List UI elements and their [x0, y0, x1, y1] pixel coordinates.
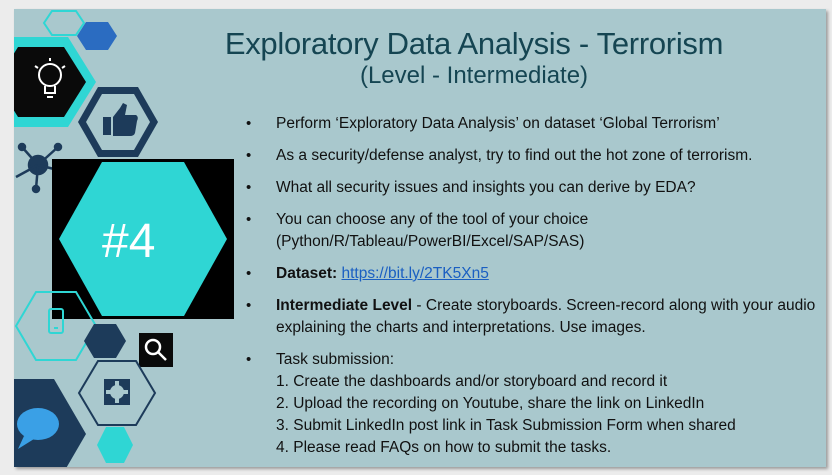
- task-item: 1. Create the dashboards and/or storyboa…: [276, 373, 668, 390]
- task-item: 3. Submit LinkedIn post link in Task Sub…: [276, 417, 736, 434]
- bullet-text: As a security/defense analyst, try to fi…: [276, 147, 753, 164]
- task-list: 1. Create the dashboards and/or storyboa…: [276, 371, 816, 459]
- bullet-text: Perform ‘Exploratory Data Analysis’ on d…: [276, 115, 720, 132]
- bullet-item: What all security issues and insights yo…: [246, 177, 816, 199]
- bullet-item: You can choose any of the tool of your c…: [246, 209, 816, 253]
- bullet-text: You can choose any of the tool of your c…: [276, 211, 589, 228]
- bullet-list: Perform ‘Exploratory Data Analysis’ on d…: [246, 113, 816, 467]
- bullet-item: Perform ‘Exploratory Data Analysis’ on d…: [246, 113, 816, 135]
- hexagon-teal-small: [97, 427, 133, 463]
- dataset-link[interactable]: https://bit.ly/2TK5Xn5: [341, 265, 488, 282]
- bullet-text: (Python/R/Tableau/PowerBI/Excel/SAP/SAS): [276, 233, 585, 250]
- bullet-item: Intermediate Level - Create storyboards.…: [246, 295, 816, 339]
- bullet-item: Dataset: https://bit.ly/2TK5Xn5: [246, 263, 816, 285]
- level-label: Intermediate Level: [276, 297, 413, 314]
- bullet-text: What all security issues and insights yo…: [276, 179, 696, 196]
- task-submission-heading: Task submission:: [276, 351, 395, 368]
- dataset-label: Dataset:: [276, 265, 338, 282]
- hexagon-outline: [42, 10, 86, 36]
- slide-subtitle: (Level - Intermediate): [359, 62, 589, 89]
- bullet-item: Task submission: 1. Create the dashboard…: [246, 349, 816, 459]
- task-item: 2. Upload the recording on Youtube, shar…: [276, 395, 705, 412]
- task-number-badge: #4: [102, 215, 156, 268]
- slide-title: Exploratory Data Analysis - Terrorism: [224, 26, 724, 61]
- slide: Exploratory Data Analysis - Terrorism (L…: [14, 9, 826, 467]
- search-box: [139, 333, 173, 367]
- task-item: 4. Please read FAQs on how to submit the…: [276, 439, 612, 456]
- bullet-item: As a security/defense analyst, try to fi…: [246, 145, 816, 167]
- hexagon-navy-small: [84, 324, 126, 358]
